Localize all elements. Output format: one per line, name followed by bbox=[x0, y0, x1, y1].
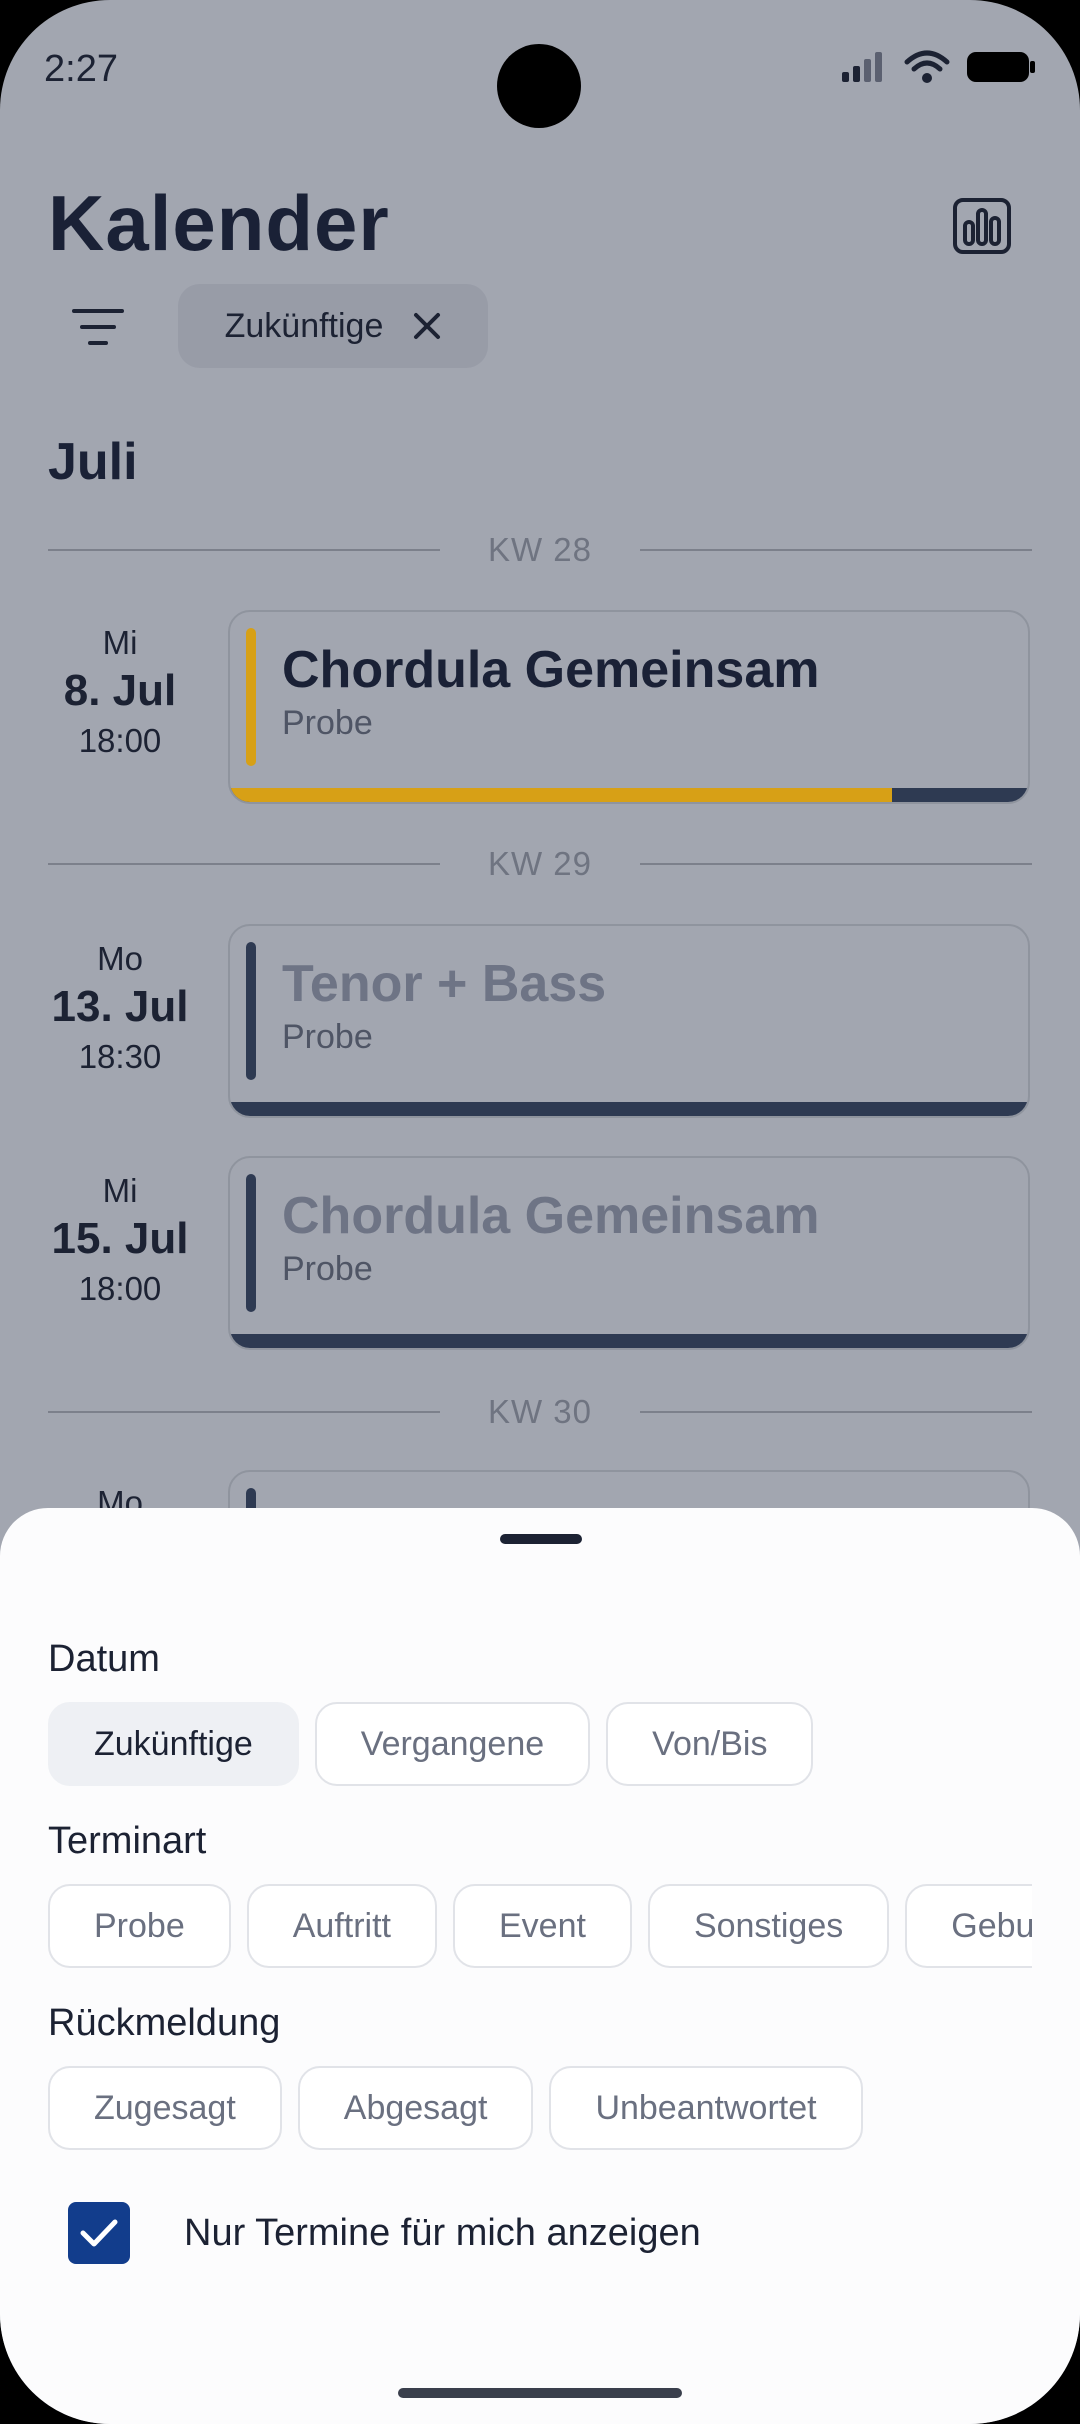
type-filter-chips: Probe Auftritt Event Sonstiges Geburtsta… bbox=[48, 1884, 1032, 1968]
event-day: 8. Jul bbox=[63, 666, 177, 715]
event-card[interactable]: Chordula Gemeinsam Probe bbox=[228, 1156, 1030, 1350]
date-section-label: Datum bbox=[48, 1638, 160, 1680]
chip-geburtstag[interactable]: Geburtstag bbox=[905, 1884, 1032, 1968]
event-weekday: Mo bbox=[97, 940, 143, 977]
event-date: Mi 15. Jul 18:00 bbox=[40, 1172, 200, 1308]
home-indicator[interactable] bbox=[398, 2388, 682, 2398]
event-title: Chordula Gemeinsam bbox=[282, 1187, 820, 1245]
chip-unbeantwortet[interactable]: Unbeantwortet bbox=[549, 2066, 863, 2150]
response-section-label: Rückmeldung bbox=[48, 2002, 281, 2044]
event-time: 18:00 bbox=[78, 722, 162, 759]
week-divider: KW 29 bbox=[48, 844, 1033, 884]
chip-zugesagt[interactable]: Zugesagt bbox=[48, 2066, 282, 2150]
week-label: KW 28 bbox=[487, 531, 593, 568]
response-progress-bar bbox=[230, 1102, 1028, 1116]
only-mine-row[interactable]: Nur Termine für mich anzeigen bbox=[68, 2202, 701, 2264]
event-title: Chordula Gemeinsam bbox=[282, 641, 820, 699]
only-mine-label: Nur Termine für mich anzeigen bbox=[184, 2211, 701, 2254]
phone-screen: 2:27 Kalender Zukünftige Juli KW 28 Mi 8… bbox=[0, 0, 1080, 2424]
week-label: KW 30 bbox=[487, 1393, 593, 1430]
event-weekday: Mi bbox=[102, 1172, 138, 1209]
sheet-drag-handle[interactable] bbox=[500, 1534, 582, 1544]
chip-abgesagt[interactable]: Abgesagt bbox=[297, 2066, 534, 2150]
week-divider: KW 30 bbox=[48, 1392, 1033, 1432]
response-progress-bar bbox=[230, 788, 1028, 802]
event-accent bbox=[246, 942, 256, 1080]
checkmark-icon bbox=[80, 2219, 118, 2247]
page-title: Kalender bbox=[48, 179, 390, 267]
event-accent bbox=[246, 628, 256, 766]
status-icons bbox=[840, 50, 1036, 84]
status-time: 2:27 bbox=[44, 48, 118, 90]
type-section-label: Terminart bbox=[48, 1820, 207, 1862]
week-divider: KW 28 bbox=[48, 530, 1033, 570]
filter-icon[interactable] bbox=[70, 305, 126, 349]
chip-probe[interactable]: Probe bbox=[48, 1884, 231, 1968]
response-progress-bar bbox=[230, 1334, 1028, 1348]
event-type: Probe bbox=[282, 704, 373, 742]
event-day: 15. Jul bbox=[51, 1214, 189, 1263]
event-date: Mo 13. Jul 18:30 bbox=[40, 940, 200, 1076]
event-type: Probe bbox=[282, 1018, 373, 1056]
only-mine-checkbox[interactable] bbox=[68, 2202, 130, 2264]
event-type: Probe bbox=[282, 1250, 373, 1288]
event-card[interactable]: Chordula Gemeinsam Probe bbox=[228, 610, 1030, 804]
event-time: 18:30 bbox=[78, 1038, 162, 1075]
response-filter-chips: Zugesagt Abgesagt Unbeantwortet bbox=[48, 2066, 1080, 2150]
chip-vergangene[interactable]: Vergangene bbox=[314, 1702, 591, 1786]
active-filter-chip[interactable]: Zukünftige bbox=[178, 284, 488, 368]
event-day: 13. Jul bbox=[51, 982, 189, 1031]
battery-icon bbox=[967, 52, 1035, 82]
filter-bottom-sheet: Datum Zukünftige Vergangene Von/Bis Term… bbox=[0, 1508, 1080, 2424]
close-icon[interactable] bbox=[413, 312, 441, 340]
event-title: Tenor + Bass bbox=[282, 955, 607, 1013]
event-card[interactable]: Tenor + Bass Probe bbox=[228, 924, 1030, 1118]
chip-sonstiges[interactable]: Sonstiges bbox=[647, 1884, 890, 1968]
week-label: KW 29 bbox=[487, 845, 593, 882]
stats-chart-icon[interactable] bbox=[952, 196, 1012, 256]
event-accent bbox=[246, 1174, 256, 1312]
event-date: Mi 8. Jul 18:00 bbox=[40, 624, 200, 760]
response-progress-fill bbox=[230, 788, 893, 802]
chip-von-bis[interactable]: Von/Bis bbox=[606, 1702, 814, 1786]
chip-event[interactable]: Event bbox=[452, 1884, 632, 1968]
active-filter-label: Zukünftige bbox=[224, 306, 384, 345]
chip-auftritt[interactable]: Auftritt bbox=[246, 1884, 437, 1968]
event-weekday: Mi bbox=[102, 624, 138, 661]
date-filter-chips: Zukünftige Vergangene Von/Bis bbox=[48, 1702, 1080, 1786]
wifi-icon bbox=[904, 50, 950, 83]
event-time: 18:00 bbox=[78, 1270, 162, 1307]
month-heading: Juli bbox=[48, 433, 138, 491]
front-camera bbox=[497, 44, 581, 128]
signal-icon bbox=[842, 52, 882, 82]
chip-zukuenftige[interactable]: Zukünftige bbox=[48, 1702, 299, 1786]
